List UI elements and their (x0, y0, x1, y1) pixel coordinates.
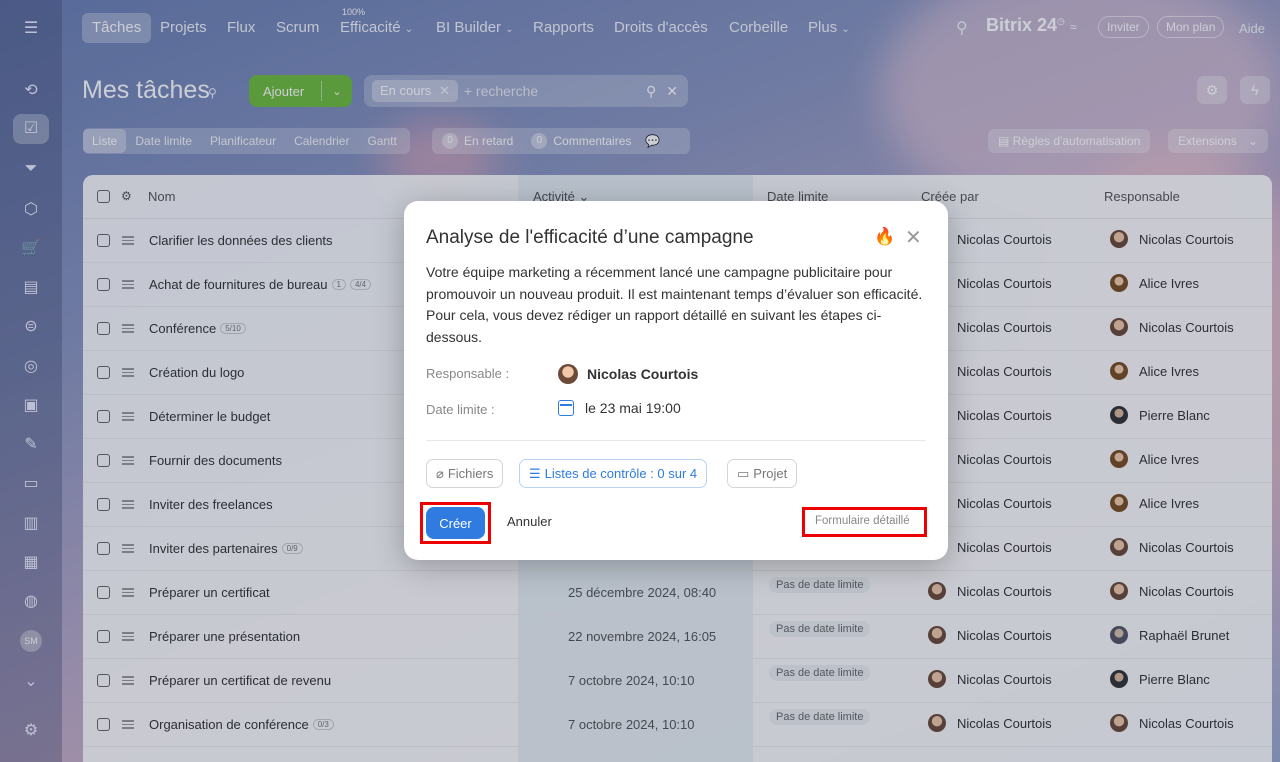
checklists-button[interactable]: ☰ Listes de contrôle : 0 sur 4 (519, 459, 708, 488)
task-description[interactable]: Votre équipe marketing a récemment lancé… (426, 262, 926, 348)
dialog-title: Analyse de l'efficacité d’une campagne (426, 227, 754, 248)
responsible-name: Nicolas Courtois (587, 366, 699, 382)
deadline-field[interactable]: le 23 mai 19:00 (558, 400, 681, 416)
quick-task-dialog: Analyse de l'efficacité d’une campagne 🔥… (404, 201, 948, 560)
cancel-button[interactable]: Annuler (507, 514, 552, 529)
divider (426, 440, 926, 441)
files-button[interactable]: ⌀ Fichiers (426, 459, 504, 488)
project-label: Projet (753, 466, 788, 481)
responsible-label: Responsable : (426, 366, 510, 381)
highlight-box (802, 507, 927, 537)
avatar (558, 364, 578, 384)
deadline-value: le 23 mai 19:00 (585, 400, 681, 416)
files-label: Fichiers (447, 466, 494, 481)
checklists-label: Listes de contrôle : 0 sur 4 (544, 466, 698, 481)
highlight-box (420, 502, 491, 544)
project-button[interactable]: ▭ Projet (727, 459, 798, 488)
deadline-label: Date limite : (426, 402, 495, 417)
close-icon[interactable]: ✕ (905, 225, 922, 250)
checklist-icon: ☰ (529, 465, 541, 481)
paperclip-icon: ⌀ (436, 465, 444, 481)
fire-icon[interactable]: 🔥 (874, 227, 895, 247)
folder-icon: ▭ (737, 465, 750, 481)
responsible-field[interactable]: Nicolas Courtois (558, 364, 698, 384)
calendar-icon (558, 400, 574, 416)
